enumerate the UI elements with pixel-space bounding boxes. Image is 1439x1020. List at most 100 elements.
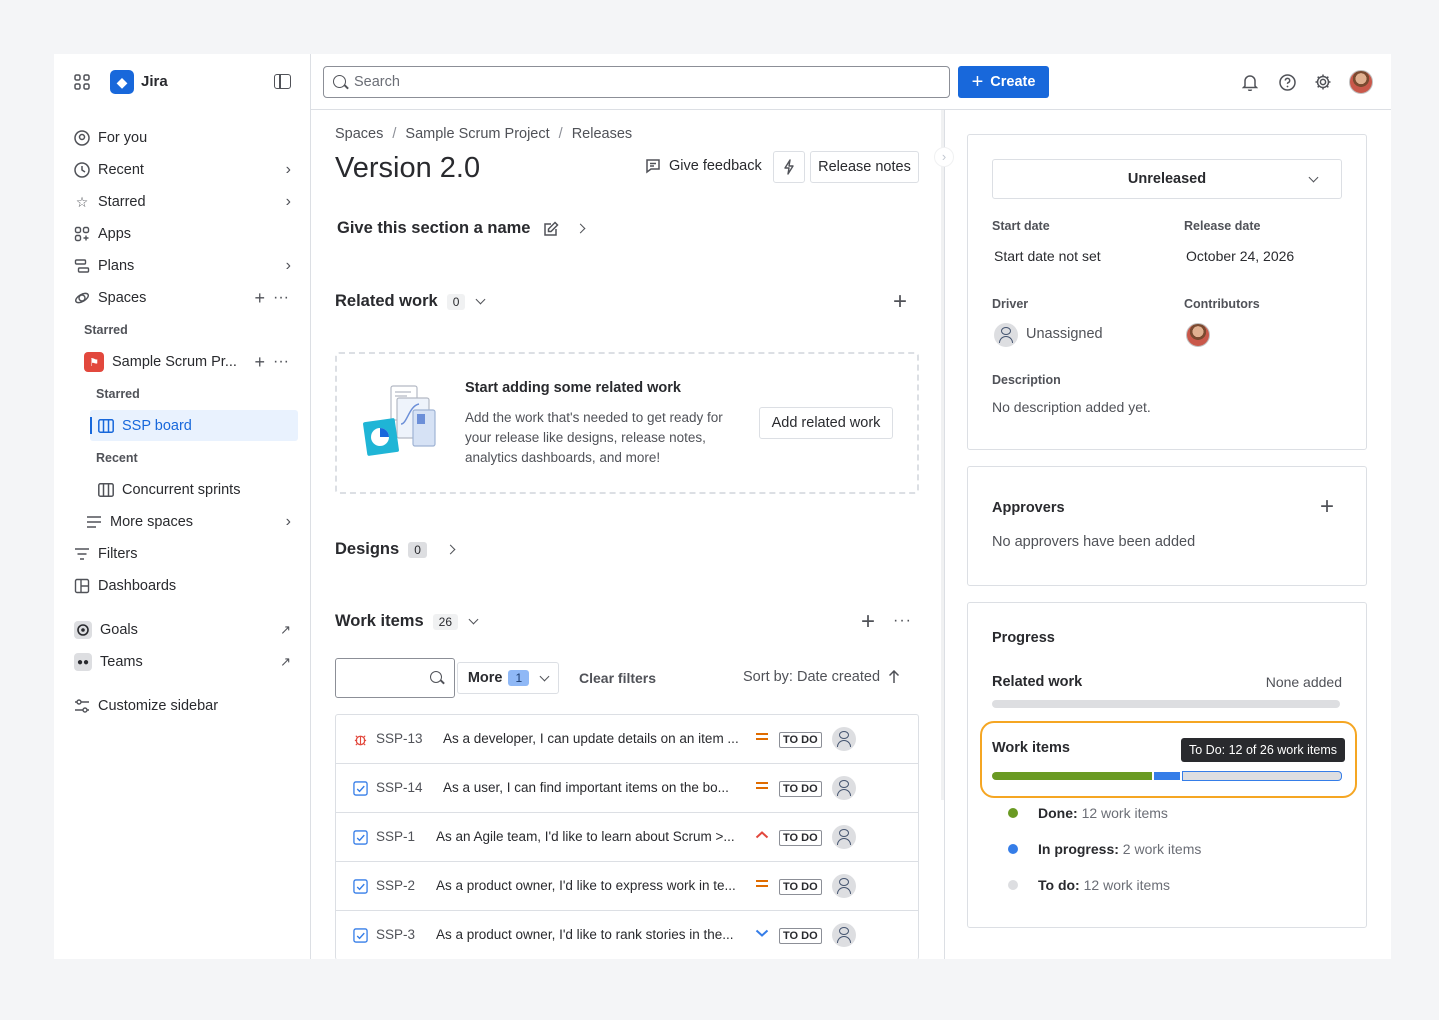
sidebar-item-apps[interactable]: Apps: [74, 220, 131, 248]
work-item-summary[interactable]: As a product owner, I'd like to rank sto…: [436, 927, 733, 942]
work-item-key[interactable]: SSP-3: [376, 927, 415, 942]
chevron-right-icon[interactable]: [575, 223, 585, 234]
driver-field[interactable]: Unassigned: [1026, 326, 1103, 342]
edit-icon[interactable]: [543, 220, 559, 237]
app-name[interactable]: Jira: [141, 73, 168, 90]
release-status-value: Unreleased: [1127, 171, 1207, 187]
table-row[interactable]: SSP-1 As an Agile team, I'd like to lear…: [336, 813, 918, 862]
chevron-down-icon[interactable]: [475, 294, 486, 305]
search-input[interactable]: Search: [323, 66, 950, 98]
settings-gear-icon[interactable]: [1313, 72, 1333, 92]
assignee-avatar[interactable]: [832, 727, 856, 751]
status-badge[interactable]: TO DO: [779, 781, 822, 797]
sidebar-item-starred[interactable]: ☆ Starred ›: [74, 188, 291, 216]
work-items-table: SSP-13 As a developer, I can update deta…: [335, 714, 919, 959]
assignee-avatar[interactable]: [832, 825, 856, 849]
assignee-avatar[interactable]: [832, 776, 856, 800]
sidebar-item-goals[interactable]: Goals ↗: [74, 616, 291, 644]
add-space-icon[interactable]: +: [254, 288, 265, 309]
release-status-select[interactable]: Unreleased: [992, 159, 1342, 199]
expand-panel-icon[interactable]: ›: [934, 147, 954, 167]
more-options-icon[interactable]: ···: [273, 353, 289, 371]
breadcrumb-item-spaces[interactable]: Spaces: [335, 126, 383, 142]
sidebar-item-concurrent-sprints[interactable]: Concurrent sprints: [98, 476, 240, 504]
legend-in-progress: In progress: 2 work items: [1038, 841, 1201, 857]
legend-to-do-value: 12 work items: [1083, 877, 1170, 893]
designs-heading[interactable]: Designs 0: [335, 540, 456, 559]
assignee-avatar[interactable]: [832, 923, 856, 947]
sort-button[interactable]: Sort by: Date created: [743, 669, 900, 685]
jira-logo-icon[interactable]: ◆: [110, 70, 134, 94]
assignee-avatar[interactable]: [832, 874, 856, 898]
status-badge[interactable]: TO DO: [779, 732, 822, 748]
header-divider: [311, 109, 1391, 110]
sidebar-item-plans[interactable]: Plans ›: [74, 252, 291, 280]
table-row[interactable]: SSP-2 As a product owner, I'd like to ex…: [336, 862, 918, 911]
add-work-item-icon[interactable]: +: [861, 610, 875, 634]
give-feedback-button[interactable]: Give feedback: [645, 158, 762, 174]
more-options-icon[interactable]: ···: [273, 289, 289, 307]
sidebar-item-project[interactable]: ⚑ Sample Scrum Pr... + ···: [84, 348, 291, 376]
sidebar-item-spaces[interactable]: Spaces + ···: [74, 284, 291, 312]
sidebar-item-filters[interactable]: Filters: [74, 540, 137, 568]
add-related-work-button[interactable]: Add related work: [759, 407, 893, 439]
clear-filters-button[interactable]: Clear filters: [579, 670, 656, 686]
contributor-avatar[interactable]: [1186, 323, 1210, 347]
work-item-summary[interactable]: As a product owner, I'd like to express …: [436, 878, 736, 893]
more-filters-button[interactable]: More 1: [457, 662, 559, 694]
notifications-bell-icon[interactable]: [1240, 72, 1260, 92]
help-icon[interactable]: [1277, 72, 1297, 92]
work-item-summary[interactable]: As an Agile team, I'd like to learn abou…: [436, 829, 735, 844]
work-item-summary[interactable]: As a developer, I can update details on …: [443, 731, 739, 746]
table-row[interactable]: SSP-13 As a developer, I can update deta…: [336, 715, 918, 764]
related-work-progress-bar: [992, 700, 1340, 708]
release-notes-button[interactable]: Release notes: [810, 151, 919, 183]
external-link-icon: ↗: [280, 622, 291, 637]
priority-medium-icon: [756, 880, 768, 887]
add-approver-icon[interactable]: +: [1320, 495, 1334, 519]
automation-button[interactable]: [773, 151, 805, 183]
sidebar-item-more-spaces[interactable]: More spaces ›: [86, 508, 291, 536]
start-date-field[interactable]: Start date not set: [994, 248, 1101, 264]
legend-in-progress-label: In progress:: [1038, 841, 1119, 857]
sidebar-item-teams[interactable]: ●● Teams ↗: [74, 648, 291, 676]
chevron-down-icon[interactable]: [468, 614, 479, 625]
work-item-key[interactable]: SSP-2: [376, 878, 415, 893]
sidebar-item-ssp-board[interactable]: SSP board: [98, 412, 192, 440]
lightning-icon: [784, 159, 794, 175]
description-field[interactable]: No description added yet.: [992, 399, 1151, 415]
legend-dot-done: [1008, 808, 1018, 818]
related-work-heading[interactable]: Related work 0: [335, 292, 486, 311]
status-badge[interactable]: TO DO: [779, 928, 822, 944]
work-items-search-input[interactable]: [335, 658, 455, 698]
work-item-key[interactable]: SSP-13: [376, 731, 423, 746]
add-icon[interactable]: +: [254, 352, 265, 373]
work-items-heading[interactable]: Work items 26: [335, 612, 479, 631]
legend-dot-to-do: [1008, 880, 1018, 890]
work-item-key[interactable]: SSP-1: [376, 829, 415, 844]
release-date-field[interactable]: October 24, 2026: [1186, 248, 1294, 264]
chevron-right-icon[interactable]: [445, 544, 456, 555]
breadcrumb-item-project[interactable]: Sample Scrum Project: [405, 126, 549, 142]
sidebar-item-dashboards[interactable]: Dashboards: [74, 572, 176, 600]
status-badge[interactable]: TO DO: [779, 879, 822, 895]
breadcrumb-item-releases[interactable]: Releases: [572, 126, 632, 142]
sidebar: ◆ Jira For you Recent › ☆ Starred › Apps: [54, 54, 311, 959]
sidebar-item-for-you[interactable]: For you: [74, 124, 147, 152]
collapse-sidebar-icon[interactable]: [274, 74, 291, 89]
sidebar-item-label: Starred: [98, 194, 146, 210]
sidebar-item-customize[interactable]: Customize sidebar: [74, 692, 218, 720]
app-switcher-icon[interactable]: [74, 74, 90, 90]
work-item-key[interactable]: SSP-14: [376, 780, 423, 795]
table-row[interactable]: SSP-3 As a product owner, I'd like to ra…: [336, 911, 918, 959]
table-row[interactable]: SSP-14 As a user, I can find important i…: [336, 764, 918, 813]
section-name-heading[interactable]: Give this section a name: [337, 219, 585, 238]
sidebar-item-recent[interactable]: Recent ›: [74, 156, 291, 184]
user-avatar[interactable]: [1349, 70, 1373, 94]
more-options-icon[interactable]: ···: [893, 612, 912, 630]
work-item-summary[interactable]: As a user, I can find important items on…: [443, 780, 729, 795]
status-badge[interactable]: TO DO: [779, 830, 822, 846]
create-button[interactable]: + Create: [958, 66, 1049, 98]
sidebar-item-label: SSP board: [122, 418, 192, 434]
add-related-work-icon[interactable]: +: [893, 290, 907, 314]
